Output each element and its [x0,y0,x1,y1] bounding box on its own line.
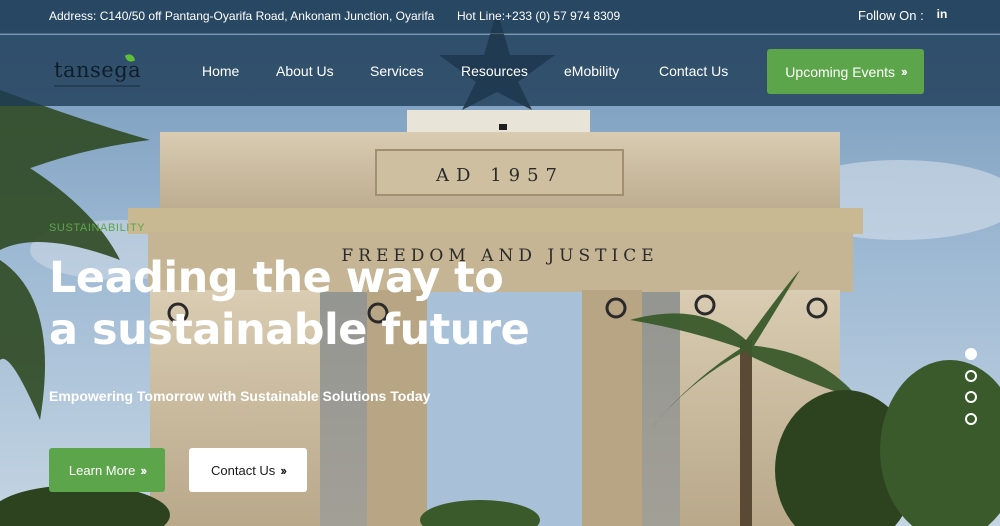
follow-label: Follow On : [858,8,924,23]
double-chevron-right-icon: ›› [901,64,908,79]
logo-tagline-line [54,85,140,87]
slider-dot-4[interactable] [965,412,977,425]
main-navbar: tansega Home About Us Services Resources… [0,35,1000,106]
brand-logo[interactable]: tansega [54,52,154,88]
nav-item-services[interactable]: Services [370,63,424,79]
hero-headline: Leading the way to a sustainable future [49,252,609,356]
hero-headline-line-2: a sustainable future [49,305,530,355]
upcoming-events-button[interactable]: Upcoming Events ›› [767,49,924,94]
contact-us-label: Contact Us [211,462,276,478]
upcoming-events-label: Upcoming Events [785,63,896,80]
hero-kicker: SUSTAINABILITY [49,222,146,234]
nav-item-home[interactable]: Home [202,63,239,79]
double-chevron-right-icon: ›› [140,462,147,478]
hero-headline-line-1: Leading the way to [49,253,504,303]
learn-more-button[interactable]: Learn More ›› [49,448,165,492]
contact-us-button[interactable]: Contact Us ›› [189,448,307,492]
hero-subline: Empowering Tomorrow with Sustainable Sol… [49,388,431,404]
slider-dot-3[interactable] [965,391,977,403]
nav-item-about-us[interactable]: About Us [276,63,334,79]
slider-dot-2[interactable] [965,369,977,382]
linkedin-icon[interactable]: in [935,7,949,21]
nav-item-contact-us[interactable]: Contact Us [659,63,728,79]
nav-item-emobility[interactable]: eMobility [564,63,619,79]
logo-text: tansega [54,58,142,82]
slider-dot-1[interactable] [965,348,977,360]
top-info-bar: Address: C140/50 off Pantang-Oyarifa Roa… [0,0,1000,34]
learn-more-label: Learn More [68,462,136,478]
double-chevron-right-icon: ›› [280,462,287,478]
slider-pagination [965,348,979,434]
hotline-text[interactable]: Hot Line:+233 (0) 57 974 8309 [457,9,620,23]
address-text: Address: C140/50 off Pantang-Oyarifa Roa… [49,9,435,23]
nav-item-resources[interactable]: Resources [461,63,528,79]
